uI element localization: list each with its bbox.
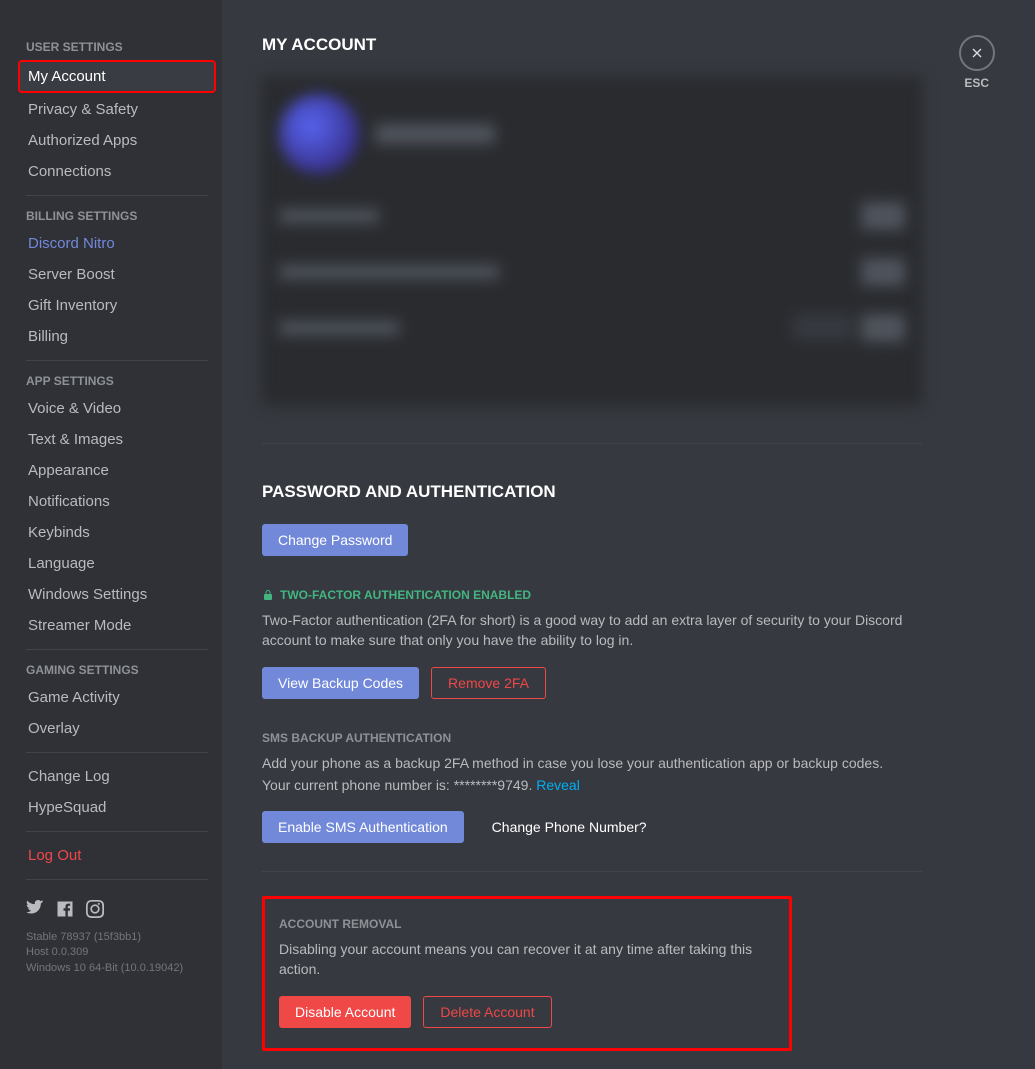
facebook-icon[interactable]: [56, 900, 74, 918]
sidebar-item-connections[interactable]: Connections: [20, 157, 214, 186]
remove-2fa-button[interactable]: Remove 2FA: [431, 667, 546, 699]
sidebar-item-windows[interactable]: Windows Settings: [20, 580, 214, 609]
delete-account-button[interactable]: Delete Account: [423, 996, 551, 1028]
sidebar-item-gift-inventory[interactable]: Gift Inventory: [20, 291, 214, 320]
section-header-user: USER SETTINGS: [20, 35, 214, 59]
section-header-gaming: GAMING SETTINGS: [20, 658, 214, 682]
sidebar-item-notifications[interactable]: Notifications: [20, 487, 214, 516]
sidebar-item-logout[interactable]: Log Out: [20, 841, 214, 870]
separator: [26, 831, 208, 832]
sidebar-item-game-activity[interactable]: Game Activity: [20, 683, 214, 712]
sms-description: Add your phone as a backup 2FA method in…: [262, 753, 922, 773]
change-password-button[interactable]: Change Password: [262, 524, 408, 556]
sidebar-item-appearance[interactable]: Appearance: [20, 456, 214, 485]
social-icons: [20, 894, 214, 924]
sidebar-item-nitro[interactable]: Discord Nitro: [20, 229, 214, 258]
divider: [262, 443, 922, 444]
avatar: [279, 94, 359, 174]
removal-title: ACCOUNT REMOVAL: [279, 917, 775, 931]
lock-icon: [262, 588, 274, 602]
tfa-description: Two-Factor authentication (2FA for short…: [262, 610, 922, 651]
sms-current-number: Your current phone number is: ********97…: [262, 775, 922, 795]
view-backup-codes-button[interactable]: View Backup Codes: [262, 667, 419, 699]
twitter-icon[interactable]: [26, 900, 44, 918]
page-title: MY ACCOUNT: [262, 35, 995, 55]
password-section-title: PASSWORD AND AUTHENTICATION: [262, 482, 995, 502]
sidebar-item-changelog[interactable]: Change Log: [20, 762, 214, 791]
close-button[interactable]: [959, 35, 995, 71]
change-phone-button[interactable]: Change Phone Number?: [476, 811, 663, 843]
sidebar-item-streamer[interactable]: Streamer Mode: [20, 611, 214, 640]
separator: [26, 195, 208, 196]
disable-account-button[interactable]: Disable Account: [279, 996, 411, 1028]
build-info: Stable 78937 (15f3bb1) Host 0.0.309 Wind…: [20, 924, 214, 982]
sidebar-item-hypesquad[interactable]: HypeSquad: [20, 793, 214, 822]
sidebar-item-voice[interactable]: Voice & Video: [20, 394, 214, 423]
close-label: ESC: [964, 76, 989, 90]
divider: [262, 871, 922, 872]
profile-card: [262, 77, 922, 405]
separator: [26, 360, 208, 361]
separator: [26, 752, 208, 753]
sms-section-title: SMS BACKUP AUTHENTICATION: [262, 731, 995, 745]
instagram-icon[interactable]: [86, 900, 104, 918]
sidebar-item-billing[interactable]: Billing: [20, 322, 214, 351]
account-removal-box: ACCOUNT REMOVAL Disabling your account m…: [262, 896, 792, 1051]
enable-sms-button[interactable]: Enable SMS Authentication: [262, 811, 464, 843]
section-header-billing: BILLING SETTINGS: [20, 204, 214, 228]
sidebar-item-my-account[interactable]: My Account: [18, 60, 216, 93]
settings-sidebar: USER SETTINGS My Account Privacy & Safet…: [0, 0, 222, 1069]
section-header-app: APP SETTINGS: [20, 369, 214, 393]
sidebar-item-overlay[interactable]: Overlay: [20, 714, 214, 743]
sidebar-item-text-images[interactable]: Text & Images: [20, 425, 214, 454]
settings-content: ESC MY ACCOUNT PASSWORD AND AUTHENTICATI…: [222, 0, 1035, 1069]
reveal-link[interactable]: Reveal: [536, 777, 580, 793]
tfa-enabled-title: TWO-FACTOR AUTHENTICATION ENABLED: [262, 588, 995, 602]
sidebar-item-privacy[interactable]: Privacy & Safety: [20, 95, 214, 124]
sidebar-item-keybinds[interactable]: Keybinds: [20, 518, 214, 547]
removal-description: Disabling your account means you can rec…: [279, 939, 775, 980]
sidebar-item-server-boost[interactable]: Server Boost: [20, 260, 214, 289]
sidebar-item-authorized-apps[interactable]: Authorized Apps: [20, 126, 214, 155]
sidebar-item-language[interactable]: Language: [20, 549, 214, 578]
separator: [26, 649, 208, 650]
separator: [26, 879, 208, 880]
